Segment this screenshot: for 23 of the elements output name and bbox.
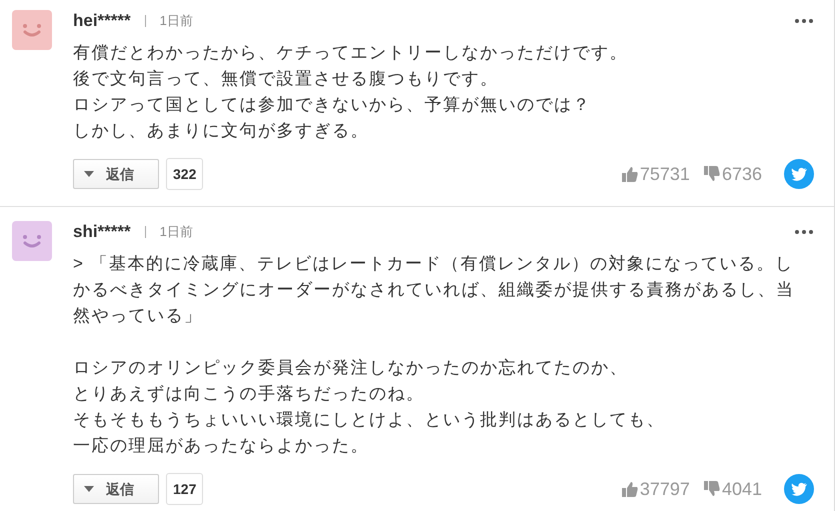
dislike-count: 6736 <box>722 162 762 186</box>
comment-text: ロシアのオリンピック委員会が発注しなかったのか忘れてたのか、 とりあえずは向こうの手落ちだったのね。 そもそももうちょいいい環境にしとけよ、という批判はあるとしても、 一応の理屈があったならよかった。 <box>73 357 665 457</box>
reply-count: 127 <box>166 473 204 505</box>
thumbs-down-icon[interactable] <box>704 481 720 497</box>
bird-icon[interactable] <box>784 474 814 504</box>
username[interactable]: hei***** <box>73 8 131 34</box>
caret-icon <box>84 486 94 492</box>
like-count: 75731 <box>640 162 690 186</box>
username[interactable]: shi***** <box>73 219 131 245</box>
reply-button[interactable]: 返信 <box>73 159 159 189</box>
thumbs-up-icon[interactable] <box>622 166 638 182</box>
reply-count: 322 <box>166 158 204 190</box>
like-count: 37797 <box>640 478 690 500</box>
reply-button[interactable]: 返信 <box>73 474 159 504</box>
comment-text: > 「基本的に冷蔵庫、テレビはレートカード（有償レンタル）の対象になっている。し かるべきタイミングにオーダーがなされていれば、組織委が提供する責務があるし、当 然やっている」 <box>73 253 794 327</box>
caret-icon <box>84 171 94 177</box>
post-time: 1日前 <box>160 223 193 242</box>
post-time: 1日前 <box>160 12 193 30</box>
comment-text: 有償だとわかったから、ケチってエントリーしなかっただけです。 後で文句言って、無償で設置させる腹つもりです。 ロシアって国としては参加できないから、予算が無いのでは？ しかし、あまりに文句が多すぎる。 <box>73 42 628 142</box>
thumbs-down-icon[interactable] <box>704 166 720 182</box>
dislike-count: 4041 <box>722 478 762 500</box>
thumbs-up-icon[interactable] <box>622 481 638 497</box>
bird-icon[interactable] <box>784 159 814 189</box>
